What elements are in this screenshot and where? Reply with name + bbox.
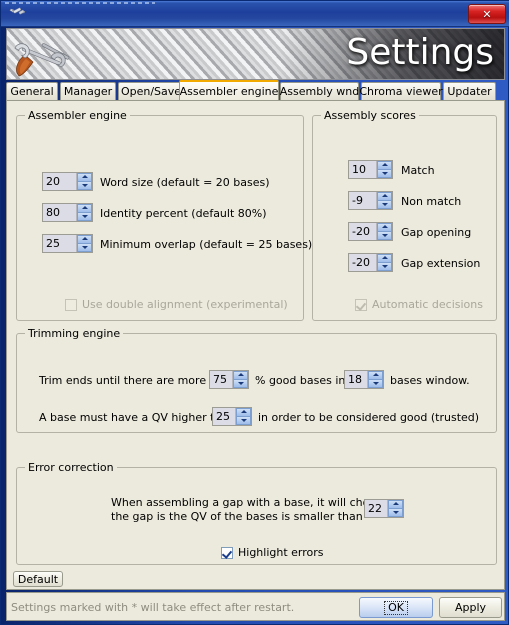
settings-banner: Settings: [6, 28, 505, 80]
tab-general[interactable]: General: [6, 82, 58, 100]
error-correction-description-line2: the gap is the QV of the bases is smalle…: [111, 510, 363, 523]
settings-panel: Assembler engine 20 Word size (default =…: [6, 100, 505, 590]
match-score-stepper-buttons[interactable]: [376, 161, 392, 178]
minimum-overlap-value: 25: [43, 235, 76, 252]
word-size-stepper-buttons[interactable]: [76, 173, 92, 190]
word-size-value: 20: [43, 173, 76, 190]
identity-percent-label: Identity percent (default 80%): [100, 207, 267, 220]
bases-window-stepper-buttons[interactable]: [367, 371, 383, 388]
tab-chroma-viewer[interactable]: Chroma viewer: [359, 82, 443, 100]
good-bases-percent-stepper-buttons[interactable]: [232, 371, 248, 388]
status-bar: Settings marked with * will take effect …: [6, 592, 505, 621]
identity-percent-stepper[interactable]: 80: [42, 203, 93, 222]
minimum-overlap-stepper-buttons[interactable]: [76, 235, 92, 252]
match-score-label: Match: [401, 164, 435, 177]
error-correction-description-line1: When assembling a gap with a base, it wi…: [111, 496, 389, 509]
trim-ends-prefix-label: Trim ends until there are more than: [39, 374, 235, 387]
title-bar: ✕: [1, 1, 509, 27]
gap-extension-score-stepper-buttons[interactable]: [376, 254, 392, 271]
non-match-score-value: -9: [349, 192, 376, 209]
group-assembly-scores: Assembly scores 10 Match -9 Non match -2…: [312, 109, 497, 321]
use-double-alignment-label: Use double alignment (experimental): [82, 298, 288, 311]
group-trimming-engine-title: Trimming engine: [25, 327, 124, 340]
checkbox-box: [65, 298, 77, 311]
checkbox-box: [355, 298, 367, 311]
qv-threshold-prefix-label: A base must have a QV higher than: [39, 411, 236, 424]
non-match-score-label: Non match: [401, 195, 462, 208]
highlight-errors-checkbox[interactable]: Highlight errors: [221, 546, 324, 559]
group-assembly-scores-title: Assembly scores: [321, 109, 419, 122]
automatic-decisions-label: Automatic decisions: [372, 298, 483, 311]
gap-opening-score-label: Gap opening: [401, 226, 472, 239]
status-message: Settings marked with * will take effect …: [11, 601, 295, 614]
tab-strip: General Manager Open/Save Assembler engi…: [6, 80, 505, 101]
default-button[interactable]: Default: [13, 571, 63, 587]
error-correction-qv-value: 22: [365, 500, 387, 517]
wrench-icon: [9, 5, 27, 22]
tab-open-save[interactable]: Open/Save: [118, 82, 184, 100]
gap-opening-score-value: -20: [349, 223, 376, 240]
use-double-alignment-checkbox[interactable]: Use double alignment (experimental): [65, 298, 288, 311]
ok-button[interactable]: OK: [359, 597, 433, 618]
group-assembler-engine: Assembler engine 20 Word size (default =…: [16, 109, 312, 321]
word-size-label: Word size (default = 20 bases): [100, 176, 270, 189]
group-trimming-engine: Trimming engine Trim ends until there ar…: [16, 327, 497, 433]
identity-percent-value: 80: [43, 204, 76, 221]
non-match-score-stepper[interactable]: -9: [348, 191, 393, 210]
automatic-decisions-checkbox[interactable]: Automatic decisions: [355, 298, 483, 311]
non-match-score-stepper-buttons[interactable]: [376, 192, 392, 209]
good-bases-percent-stepper[interactable]: 75: [209, 370, 249, 389]
bases-window-value: 18: [345, 371, 367, 388]
good-bases-middle-label: % good bases in a: [255, 374, 356, 387]
bases-window-stepper[interactable]: 18: [344, 370, 384, 389]
error-correction-qv-stepper-buttons[interactable]: [387, 500, 403, 517]
highlight-errors-label: Highlight errors: [238, 546, 324, 559]
match-score-value: 10: [349, 161, 376, 178]
bases-window-suffix-label: bases window.: [390, 374, 470, 387]
gap-extension-score-label: Gap extension: [401, 257, 481, 270]
group-assembler-engine-title: Assembler engine: [25, 109, 130, 122]
error-correction-qv-stepper[interactable]: 22: [364, 499, 404, 518]
gap-extension-score-value: -20: [349, 254, 376, 271]
apply-button[interactable]: Apply: [439, 597, 502, 618]
tools-illustration-icon: [9, 31, 89, 79]
tab-manager[interactable]: Manager: [60, 82, 116, 100]
tab-assembler-engine[interactable]: Assembler engine: [179, 80, 279, 100]
gap-opening-score-stepper-buttons[interactable]: [376, 223, 392, 240]
identity-percent-stepper-buttons[interactable]: [76, 204, 92, 221]
qv-threshold-stepper-buttons[interactable]: [235, 408, 251, 425]
word-size-stepper[interactable]: 20: [42, 172, 93, 191]
gap-opening-score-stepper[interactable]: -20: [348, 222, 393, 241]
match-score-stepper[interactable]: 10: [348, 160, 393, 179]
ok-button-label: OK: [384, 600, 408, 615]
tab-updater[interactable]: Updater: [443, 82, 496, 100]
tab-assembly-wnd[interactable]: Assembly wnd: [280, 82, 359, 100]
close-button[interactable]: ✕: [468, 4, 506, 24]
qv-threshold-value: 25: [213, 408, 235, 425]
gap-extension-score-stepper[interactable]: -20: [348, 253, 393, 272]
group-error-correction-title: Error correction: [25, 461, 117, 474]
titlebar-highlight: [5, 2, 155, 4]
minimum-overlap-stepper[interactable]: 25: [42, 234, 93, 253]
checkbox-box: [221, 546, 233, 559]
settings-window: ✕ Settings General Manager Open/Save Ass…: [0, 0, 509, 625]
qv-threshold-suffix-label: in order to be considered good (trusted): [258, 411, 480, 424]
minimum-overlap-label: Minimum overlap (default = 25 bases): [100, 238, 313, 251]
group-error-correction: Error correction When assembling a gap w…: [16, 461, 497, 565]
qv-threshold-stepper[interactable]: 25: [212, 407, 252, 426]
page-title: Settings: [346, 32, 494, 73]
good-bases-percent-value: 75: [210, 371, 232, 388]
